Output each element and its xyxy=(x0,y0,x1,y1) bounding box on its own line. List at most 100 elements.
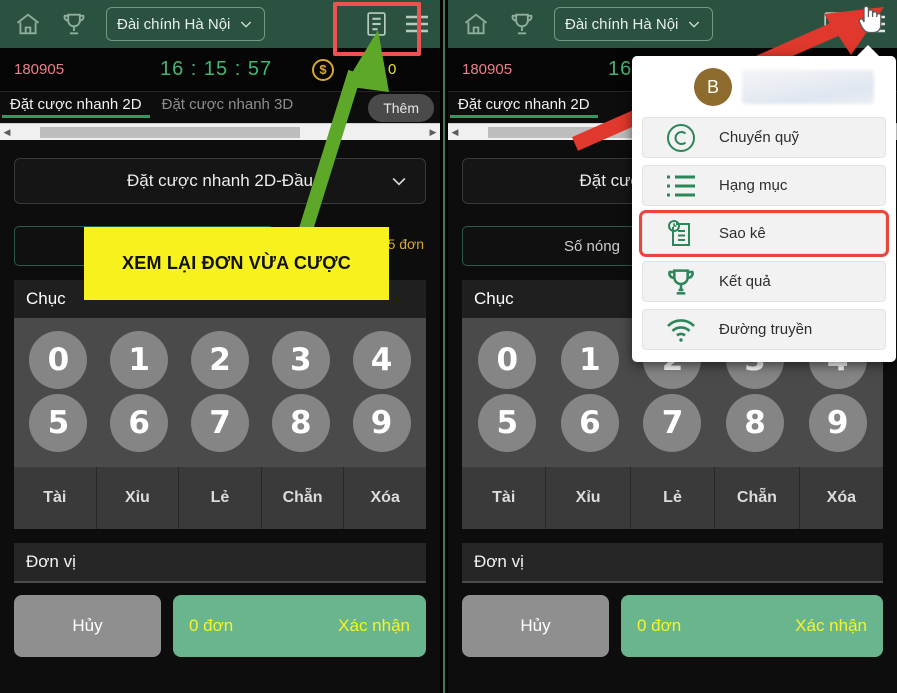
fn-xiu[interactable]: Xỉu xyxy=(546,467,631,529)
trophy-icon[interactable] xyxy=(52,2,96,46)
key-7[interactable]: 7 xyxy=(643,394,702,452)
menu-item-duong-truyen[interactable]: Đường truyền xyxy=(642,309,886,350)
more-tabs-button[interactable]: Thêm xyxy=(368,94,434,122)
balance-value: 0 xyxy=(388,61,397,78)
key-0[interactable]: 0 xyxy=(29,331,88,389)
key-9[interactable]: 9 xyxy=(352,394,411,452)
avatar: B xyxy=(694,68,732,106)
statement-clock-icon xyxy=(643,217,719,251)
cancel-button[interactable]: Hủy xyxy=(462,595,609,657)
key-1[interactable]: 1 xyxy=(110,331,169,389)
key-9[interactable]: 9 xyxy=(808,394,867,452)
copyright-circle-icon xyxy=(643,121,719,155)
key-5[interactable]: 5 xyxy=(29,394,88,452)
station-selector[interactable]: Đài chính Hà Nội xyxy=(554,7,714,41)
panel-divider xyxy=(441,0,447,693)
home-icon[interactable] xyxy=(6,2,50,46)
triangle-right-icon[interactable]: ▶ xyxy=(426,127,440,138)
cancel-button[interactable]: Hủy xyxy=(14,595,161,657)
fn-xoa[interactable]: Xóa xyxy=(344,467,426,529)
trophy-icon[interactable] xyxy=(500,2,544,46)
menu-item-label: Chuyển quỹ xyxy=(719,129,800,146)
scrollbar-thumb[interactable] xyxy=(40,126,300,138)
fn-le[interactable]: Lẻ xyxy=(631,467,716,529)
annotation-note-text: XEM LẠI ĐƠN VỪA CƯỢC xyxy=(122,253,351,274)
menu-item-chuyen-quy[interactable]: Chuyển quỹ xyxy=(642,117,886,158)
wifi-icon xyxy=(643,317,719,343)
key-4[interactable]: 4 xyxy=(352,331,411,389)
bet-mode-selector[interactable]: Đặt cược nhanh 2D-Đầu xyxy=(14,158,426,204)
hamburger-menu-icon[interactable] xyxy=(400,2,434,46)
unit-input[interactable]: Đơn vị xyxy=(14,543,426,583)
keypad-function-row: Tài Xỉu Lẻ Chẵn Xóa xyxy=(14,467,426,529)
fn-le[interactable]: Lẻ xyxy=(179,467,262,529)
menu-item-sao-ke[interactable]: Sao kê xyxy=(639,210,889,257)
popup-caret xyxy=(856,45,880,57)
keypad-row: 0 1 2 3 4 xyxy=(18,331,422,389)
station-label: Đài chính Hà Nội xyxy=(565,15,679,33)
app-header-left: Đài chính Hà Nội xyxy=(0,0,440,48)
menu-item-label: Kết quả xyxy=(719,273,771,290)
key-8[interactable]: 8 xyxy=(726,394,785,452)
key-8[interactable]: 8 xyxy=(271,394,330,452)
station-selector[interactable]: Đài chính Hà Nội xyxy=(106,7,266,41)
menu-item-label: Sao kê xyxy=(719,225,766,242)
chevron-down-icon xyxy=(689,21,700,28)
key-3[interactable]: 3 xyxy=(271,331,330,389)
account-menu-popup: B Chuyển quỹ Hạng mục Sao kê Kết quả Đườ… xyxy=(632,45,896,362)
annotation-note: XEM LẠI ĐƠN VỪA CƯỢC xyxy=(84,227,389,300)
key-2[interactable]: 2 xyxy=(190,331,249,389)
fn-tai[interactable]: Tài xyxy=(14,467,97,529)
number-keypad: Chục 0 1 2 3 4 5 6 7 8 9 xyxy=(14,280,426,529)
document-icon[interactable] xyxy=(354,2,398,46)
fn-chan[interactable]: Chẵn xyxy=(262,467,345,529)
keypad-function-row: Tài Xỉu Lẻ Chẵn Xóa xyxy=(462,467,883,529)
fn-xiu[interactable]: Xỉu xyxy=(97,467,180,529)
tab-quick-bet-2d[interactable]: Đặt cược nhanh 2D xyxy=(448,96,600,118)
confirm-button[interactable]: 0 đơn Xác nhận xyxy=(173,595,426,657)
triangle-left-icon[interactable]: ◀ xyxy=(448,127,462,138)
key-1[interactable]: 1 xyxy=(560,331,619,389)
confirm-label: Xác nhận xyxy=(795,616,867,635)
confirm-button[interactable]: 0 đơn Xác nhận xyxy=(621,595,883,657)
fn-tai[interactable]: Tài xyxy=(462,467,547,529)
scrollbar-track[interactable] xyxy=(14,126,426,138)
dollar-coin-icon: $ xyxy=(312,58,334,81)
key-0[interactable]: 0 xyxy=(478,331,537,389)
order-summary-label: 0 đơn xyxy=(637,616,682,635)
hamburger-menu-icon[interactable] xyxy=(857,2,891,46)
menu-item-ket-qua[interactable]: Kết quả xyxy=(642,261,886,302)
countdown-clock: 16 : 15 : 57 xyxy=(160,58,273,80)
horizontal-scrollbar[interactable]: ◀ ▶ xyxy=(0,123,440,140)
unit-input[interactable]: Đơn vị xyxy=(462,543,883,583)
screenshot-root: Đài chính Hà Nội 180905 16 : 15 : 57 $ 0 xyxy=(0,0,897,693)
left-panel: Đài chính Hà Nội 180905 16 : 15 : 57 $ 0 xyxy=(0,0,440,693)
key-5[interactable]: 5 xyxy=(478,394,537,452)
menu-item-hang-muc[interactable]: Hạng mục xyxy=(642,165,886,206)
tab-quick-bet-3d[interactable]: Đặt cược nhanh 3D xyxy=(152,96,304,118)
tab-strip-left: Đặt cược nhanh 2D Đặt cược nhanh 3D Thêm… xyxy=(0,92,440,140)
issue-number: 180905 xyxy=(14,61,65,78)
action-bar: Hủy 0 đơn Xác nhận xyxy=(462,595,883,657)
info-bar-left: 180905 16 : 15 : 57 $ 0 xyxy=(0,48,440,92)
key-7[interactable]: 7 xyxy=(190,394,249,452)
action-bar: Hủy 0 đơn Xác nhận xyxy=(14,595,426,657)
document-icon[interactable] xyxy=(811,2,855,46)
triangle-left-icon[interactable]: ◀ xyxy=(0,127,14,138)
fn-xoa[interactable]: Xóa xyxy=(800,467,883,529)
list-icon xyxy=(643,173,719,199)
key-6[interactable]: 6 xyxy=(560,394,619,452)
keypad-grid: 0 1 2 3 4 5 6 7 8 9 xyxy=(14,318,426,467)
order-summary-label: 0 đơn xyxy=(189,616,234,635)
confirm-label: Xác nhận xyxy=(338,616,410,635)
fn-chan[interactable]: Chẵn xyxy=(715,467,800,529)
keypad-row: 5 6 7 8 9 xyxy=(466,394,879,452)
menu-item-label: Hạng mục xyxy=(719,177,788,194)
key-6[interactable]: 6 xyxy=(110,394,169,452)
trophy-icon xyxy=(643,266,719,298)
app-header-right: Đài chính Hà Nội xyxy=(448,0,897,48)
username-blurred xyxy=(742,70,874,104)
home-icon[interactable] xyxy=(454,2,498,46)
bet-mode-label: Đặt cược nhanh 2D-Đầu xyxy=(126,171,313,190)
tab-quick-bet-2d[interactable]: Đặt cược nhanh 2D xyxy=(0,96,152,118)
